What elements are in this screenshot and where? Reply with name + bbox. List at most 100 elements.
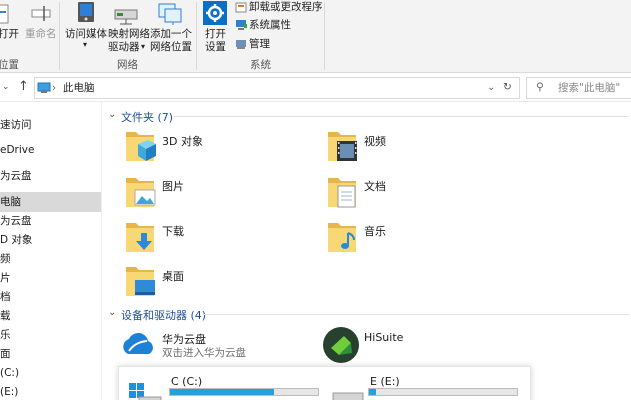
computer-icon (37, 82, 51, 97)
drive-c-usage-bar (169, 388, 319, 396)
search-icon: ⚲ (536, 81, 544, 93)
add-network-location-button-line2[interactable]: 网络位置 (150, 41, 192, 54)
drive-e-icon[interactable] (331, 391, 367, 400)
nav-item-label: 乐 (0, 329, 11, 341)
folders-section-divider (174, 116, 629, 117)
drive-c-label[interactable]: C (C:) (171, 375, 202, 388)
nav-item-videos[interactable]: 频 (0, 249, 101, 269)
access-media-icon (74, 2, 100, 29)
nav-item-label: 载 (0, 310, 11, 322)
history-dropdown-icon[interactable]: ⌄ (2, 81, 10, 94)
folder-documents[interactable]: 文档 (364, 178, 386, 194)
ribbon-separator (59, 2, 60, 70)
map-drive-icon (114, 6, 140, 29)
nav-item-3d-objects[interactable]: D 对象 (0, 230, 101, 250)
uninstall-button[interactable]: 卸载或更改程序 (249, 1, 323, 14)
huawei-cloud-description: 双击进入华为云盘 (162, 347, 246, 359)
drive-e-usage-bar (368, 388, 518, 396)
folder-documents-icon[interactable] (326, 174, 360, 213)
navigation-pane: 速访问 eDrive 为云盘 电脑 为云盘 D 对象 频 片 档 载 乐 面 (… (0, 102, 102, 400)
system-properties-button[interactable]: 系统属性 (249, 19, 291, 32)
breadcrumb-separator-icon[interactable]: › (52, 82, 56, 95)
access-media-dropdown-icon[interactable]: ▾ (83, 38, 87, 51)
nav-item-downloads[interactable]: 载 (0, 306, 101, 326)
map-drive-dropdown-icon[interactable]: ▾ (141, 40, 145, 53)
nav-item-label: (C:) (0, 367, 20, 379)
folders-section-title[interactable]: 文件夹 (7) (121, 109, 173, 125)
address-bar[interactable]: › 此电脑 ⌄ ↻ (34, 77, 520, 99)
devices-section-title[interactable]: 设备和驱动器 (4) (121, 307, 206, 323)
huawei-cloud-icon[interactable] (119, 329, 157, 360)
nav-item-label: eDrive (0, 144, 35, 156)
system-group-label: 系统 (250, 59, 271, 71)
windows-drive-icon[interactable] (127, 381, 163, 400)
nav-item-label: 为云盘 (0, 215, 32, 227)
nav-item-label: 速访问 (0, 119, 32, 131)
open-settings-button-line1[interactable]: 打开 (205, 28, 226, 41)
nav-item-quick-access[interactable]: 速访问 (0, 115, 101, 135)
folder-3d-objects[interactable]: 3D 对象 (162, 133, 203, 149)
breadcrumb-this-pc[interactable]: 此电脑 (63, 82, 95, 95)
rename-button[interactable]: 重命名 (25, 28, 57, 41)
folder-music[interactable]: 音乐 (364, 223, 386, 239)
nav-item-label: 为云盘 (0, 170, 32, 182)
folder-desktop[interactable]: 桌面 (162, 268, 184, 284)
drive-c-usage-fill (170, 389, 274, 395)
drive-e-usage-fill (369, 389, 377, 395)
nav-item-label: D 对象 (0, 234, 33, 246)
nav-item-pictures[interactable]: 片 (0, 268, 101, 288)
address-row: ⌄ ↑ › 此电脑 ⌄ ↻ ⚲ 搜索"此电脑" (0, 74, 631, 102)
location-group-label: 位置 (0, 59, 19, 71)
devices-section-divider (202, 314, 629, 315)
folder-downloads-icon[interactable] (124, 219, 158, 258)
nav-item-drive-c[interactable]: (C:) (0, 363, 101, 383)
folder-videos[interactable]: 视频 (364, 133, 386, 149)
nav-item-label: 片 (0, 272, 11, 284)
manage-button[interactable]: 管理 (249, 38, 270, 51)
drives-panel: C (C:) E (E:) (118, 366, 531, 400)
ribbon-separator (324, 2, 325, 70)
nav-item-huawei-cloud[interactable]: 为云盘 (0, 166, 101, 186)
rename-icon (30, 2, 52, 27)
open-button[interactable]: 打开 (0, 28, 19, 41)
address-dropdown-icon[interactable]: ⌄ (487, 81, 495, 94)
nav-item-this-pc[interactable]: 电脑 (0, 192, 101, 212)
uninstall-icon (235, 1, 247, 16)
nav-item-onedrive[interactable]: eDrive (0, 140, 101, 160)
folder-music-icon[interactable] (326, 219, 360, 258)
add-network-location-button-line1[interactable]: 添加一个 (150, 28, 192, 41)
nav-item-documents[interactable]: 档 (0, 287, 101, 307)
ribbon-separator (196, 2, 197, 70)
folders-collapse-icon[interactable]: ⌄ (108, 108, 116, 121)
folder-pictures[interactable]: 图片 (162, 178, 184, 194)
open-settings-button-line2[interactable]: 设置 (205, 41, 226, 54)
nav-item-drive-e[interactable]: (E:) (0, 382, 101, 400)
folder-downloads[interactable]: 下载 (162, 223, 184, 239)
nav-item-music[interactable]: 乐 (0, 325, 101, 345)
manage-icon (235, 38, 247, 53)
nav-item-label: (E:) (0, 386, 19, 398)
folder-videos-icon[interactable] (326, 128, 360, 167)
folder-3d-objects-icon[interactable] (124, 128, 158, 167)
network-group-label: 网络 (117, 59, 138, 71)
search-input[interactable]: ⚲ 搜索"此电脑" (526, 77, 631, 99)
hisuite-name[interactable]: HiSuite (364, 331, 403, 344)
nav-item-label: 面 (0, 348, 11, 360)
hisuite-icon[interactable] (322, 326, 360, 367)
nav-item-desktop[interactable]: 面 (0, 344, 101, 364)
map-drive-button-line2[interactable]: 驱动器 (108, 41, 140, 54)
nav-item-label: 档 (0, 291, 11, 303)
nav-item-label: 电脑 (0, 196, 21, 208)
ribbon: 打开 重命名 位置 访问媒体 ▾ 映射网络 驱动器 ▾ 添加一个 网络位置 网络… (0, 0, 631, 73)
refresh-icon[interactable]: ↻ (503, 81, 512, 94)
drive-e-label[interactable]: E (E:) (370, 375, 400, 388)
nav-item-label: 频 (0, 253, 11, 265)
system-properties-icon (235, 19, 247, 34)
devices-collapse-icon[interactable]: ⌄ (108, 306, 116, 319)
add-network-location-icon (157, 3, 183, 28)
nav-item-huawei-cloud-sub[interactable]: 为云盘 (0, 211, 101, 231)
settings-icon (203, 1, 227, 28)
folder-desktop-icon[interactable] (124, 263, 158, 302)
folder-pictures-icon[interactable] (124, 174, 158, 213)
up-arrow-icon[interactable]: ↑ (18, 80, 29, 93)
